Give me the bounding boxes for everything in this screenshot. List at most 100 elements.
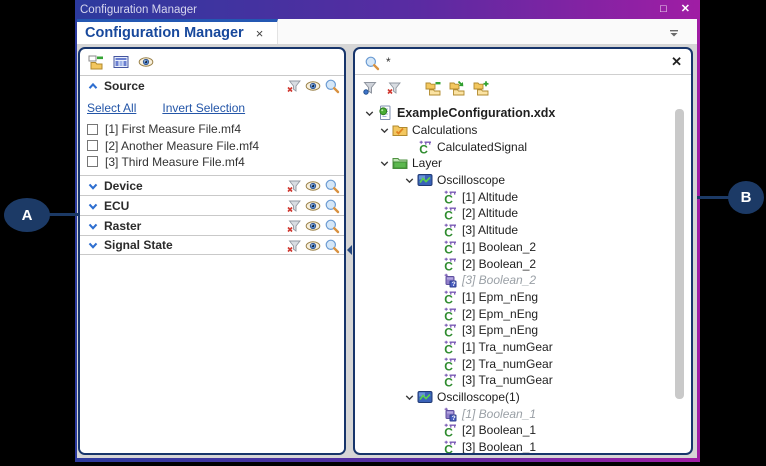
tree-item[interactable]: Oscilloscope(1) xyxy=(355,389,691,406)
tree-expander-icon[interactable] xyxy=(401,390,417,404)
file-checkbox[interactable] xyxy=(87,156,98,167)
tab-strip: Configuration Manager × xyxy=(77,19,697,44)
clear-filter-icon[interactable] xyxy=(286,178,301,193)
search-icon[interactable] xyxy=(324,198,339,213)
section-header-raster[interactable]: Raster xyxy=(80,215,344,235)
section-label: Raster xyxy=(104,219,286,233)
tree-item-label: [3] Altitude xyxy=(462,223,518,237)
eye-icon[interactable] xyxy=(138,54,154,70)
clear-filter-icon[interactable] xyxy=(386,80,402,96)
tree-expander-icon[interactable] xyxy=(376,156,392,170)
chevron-up-icon[interactable] xyxy=(86,79,100,93)
eye-icon[interactable] xyxy=(305,218,320,233)
section-header-device[interactable]: Device xyxy=(80,175,344,195)
tree-item[interactable]: C[2] Altitude xyxy=(355,205,691,222)
panel-splitter[interactable] xyxy=(346,47,353,455)
tree-item[interactable]: C[1] Epm_nEng xyxy=(355,289,691,306)
tree-item-label: [1] Epm_nEng xyxy=(462,290,538,304)
tree-expander-icon[interactable] xyxy=(361,106,377,120)
tree-expander-spacer xyxy=(426,290,442,304)
tab-close-icon[interactable]: × xyxy=(256,26,264,41)
tree-item[interactable]: C[1] Altitude xyxy=(355,188,691,205)
tab-list-dropdown-icon[interactable] xyxy=(667,26,681,40)
chevron-down-icon[interactable] xyxy=(86,219,100,233)
tree-item[interactable]: C[2] Boolean_2 xyxy=(355,255,691,272)
expand-all-icon[interactable] xyxy=(473,80,489,96)
tree-expander-icon[interactable] xyxy=(376,123,392,137)
calc-folder-icon xyxy=(392,122,408,138)
configuration-manager-window: Configuration Manager □ ✕ Configuration … xyxy=(75,0,700,462)
select-all-link[interactable]: Select All xyxy=(87,101,136,115)
tree-expander-icon[interactable] xyxy=(401,173,417,187)
tree-expander-spacer xyxy=(426,357,442,371)
chevron-down-icon[interactable] xyxy=(86,179,100,193)
mapping-table-icon[interactable] xyxy=(113,54,129,70)
eye-icon[interactable] xyxy=(305,238,320,253)
tree-item[interactable]: C[2] Boolean_1 xyxy=(355,422,691,439)
eye-icon[interactable] xyxy=(305,198,320,213)
section-header-ecu[interactable]: ECU xyxy=(80,195,344,215)
eye-icon[interactable] xyxy=(305,78,320,93)
clear-filter-icon[interactable] xyxy=(286,218,301,233)
tree-item[interactable]: ?[1] Boolean_1 xyxy=(355,405,691,422)
expand-new-icon[interactable] xyxy=(449,80,465,96)
tree-item[interactable]: ExampleConfiguration.xdx xyxy=(355,105,691,122)
tree-item[interactable]: C[3] Boolean_1 xyxy=(355,439,691,453)
tree-item-label: ExampleConfiguration.xdx xyxy=(397,106,555,120)
tree-item[interactable]: C[2] Epm_nEng xyxy=(355,305,691,322)
eye-icon[interactable] xyxy=(305,178,320,193)
search-icon[interactable] xyxy=(324,218,339,233)
measure-file-row[interactable]: [2] Another Measure File.mf4 xyxy=(80,137,344,153)
tree-item[interactable]: C[1] Boolean_2 xyxy=(355,239,691,256)
tree-item[interactable]: Calculations xyxy=(355,122,691,139)
window-body: Configuration Manager × SourceSelect All… xyxy=(77,19,697,458)
measure-file-row[interactable]: [3] Third Measure File.mf4 xyxy=(80,154,344,170)
section-header-icons xyxy=(286,238,339,253)
oscilloscope-icon xyxy=(417,172,433,188)
clear-filter-icon[interactable] xyxy=(286,238,301,253)
window-titlebar[interactable]: Configuration Manager □ ✕ xyxy=(75,0,700,19)
tree-item-label: [1] Tra_numGear xyxy=(462,340,553,354)
filter-icon[interactable] xyxy=(362,80,378,96)
close-window-button[interactable]: ✕ xyxy=(681,4,690,15)
clear-filter-icon[interactable] xyxy=(286,78,301,93)
collapse-all-icon[interactable] xyxy=(425,80,441,96)
tree-search-input[interactable] xyxy=(386,55,663,69)
tree-toolbar xyxy=(355,75,691,100)
chevron-down-icon[interactable] xyxy=(86,199,100,213)
tree-item[interactable]: C[3] Tra_numGear xyxy=(355,372,691,389)
tree-item[interactable]: C[3] Epm_nEng xyxy=(355,322,691,339)
maximize-button[interactable]: □ xyxy=(660,4,667,15)
tree-item[interactable]: CCalculatedSignal xyxy=(355,138,691,155)
tree-item[interactable]: Layer xyxy=(355,155,691,172)
tree-item[interactable]: C[3] Altitude xyxy=(355,222,691,239)
chevron-down-icon[interactable] xyxy=(86,238,100,252)
search-icon[interactable] xyxy=(324,78,339,93)
splitter-collapse-icon[interactable] xyxy=(347,245,352,255)
search-icon[interactable] xyxy=(324,178,339,193)
svg-text:C: C xyxy=(444,309,453,322)
group-by-folder-icon[interactable] xyxy=(88,54,104,70)
measure-file-row[interactable]: [1] First Measure File.mf4 xyxy=(80,121,344,137)
svg-text:C: C xyxy=(444,259,453,272)
tree-expander-spacer xyxy=(426,407,442,421)
svg-text:C: C xyxy=(444,326,453,339)
tab-configuration-manager[interactable]: Configuration Manager × xyxy=(77,19,278,44)
tree-scrollbar-thumb[interactable] xyxy=(675,109,684,399)
file-checkbox[interactable] xyxy=(87,124,98,135)
file-checkbox[interactable] xyxy=(87,140,98,151)
search-icon[interactable] xyxy=(324,238,339,253)
tree-item[interactable]: ?[3] Boolean_2 xyxy=(355,272,691,289)
clear-filter-icon[interactable] xyxy=(286,198,301,213)
tree-item[interactable]: C [1] Tra_numGear xyxy=(355,339,691,356)
source-links-row: Select All Invert Selection xyxy=(80,97,344,121)
tree-expander-spacer xyxy=(426,257,442,271)
file-label: [1] First Measure File.mf4 xyxy=(105,122,241,136)
tree-item[interactable]: C[2] Tra_numGear xyxy=(355,355,691,372)
section-header-signal-state[interactable]: Signal State xyxy=(80,235,344,255)
tree-item[interactable]: Oscilloscope xyxy=(355,172,691,189)
clear-search-button[interactable]: ✕ xyxy=(671,54,682,70)
invert-selection-link[interactable]: Invert Selection xyxy=(162,101,245,115)
svg-text:C: C xyxy=(444,342,453,355)
section-header-source[interactable]: Source xyxy=(80,75,344,95)
